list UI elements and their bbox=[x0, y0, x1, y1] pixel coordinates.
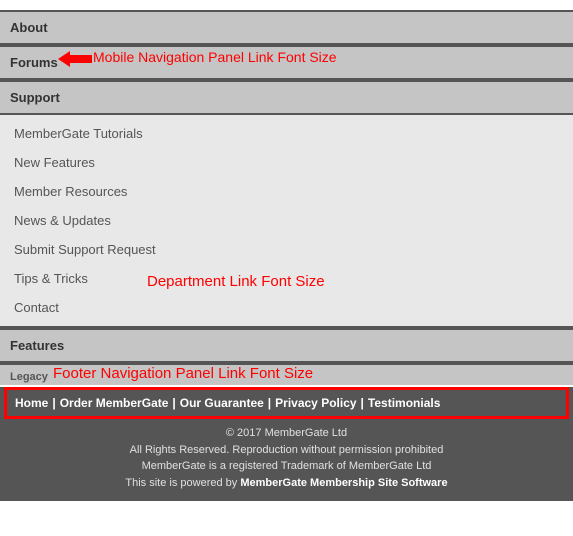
nav-header-features[interactable]: Features bbox=[0, 328, 573, 363]
dept-link-news-updates[interactable]: News & Updates bbox=[0, 206, 573, 235]
footer-powered-prefix: This site is powered by bbox=[125, 477, 240, 489]
footer-copyright: © 2017 MemberGate Ltd bbox=[8, 425, 565, 442]
nav-header-forums[interactable]: Forums Mobile Navigation Panel Link Font… bbox=[0, 45, 573, 80]
footer-separator: | bbox=[168, 396, 179, 410]
footer-link-home[interactable]: Home bbox=[15, 396, 48, 410]
footer-link-testimonials[interactable]: Testimonials bbox=[368, 396, 440, 410]
footer-separator: | bbox=[48, 396, 59, 410]
nav-header-about[interactable]: About bbox=[0, 10, 573, 45]
footer-link-privacy[interactable]: Privacy Policy bbox=[275, 396, 356, 410]
annotation-footer-nav: Footer Navigation Panel Link Font Size bbox=[53, 365, 313, 382]
footer-rights: All Rights Reserved. Reproduction withou… bbox=[8, 442, 565, 459]
nav-header-legacy[interactable]: Legacy Footer Navigation Panel Link Font… bbox=[0, 363, 573, 385]
footer-separator: | bbox=[357, 396, 368, 410]
footer-powered: This site is powered by MemberGate Membe… bbox=[8, 475, 565, 492]
nav-header-label: Legacy bbox=[10, 371, 48, 383]
footer-text-block: © 2017 MemberGate Ltd All Rights Reserve… bbox=[0, 423, 573, 501]
annotation-mobile-nav: Mobile Navigation Panel Link Font Size bbox=[93, 49, 337, 65]
nav-header-support[interactable]: Support bbox=[0, 80, 573, 115]
footer-powered-link[interactable]: MemberGate Membership Site Software bbox=[240, 477, 447, 489]
footer-link-order[interactable]: Order MemberGate bbox=[60, 396, 169, 410]
dept-link-member-resources[interactable]: Member Resources bbox=[0, 177, 573, 206]
footer-link-guarantee[interactable]: Our Guarantee bbox=[180, 396, 264, 410]
dept-link-contact[interactable]: Contact bbox=[0, 293, 573, 322]
arrow-left-icon bbox=[58, 51, 92, 67]
dept-link-tips-tricks[interactable]: Tips & Tricks bbox=[0, 264, 573, 293]
footer-wrap: Home|Order MemberGate|Our Guarantee|Priv… bbox=[0, 387, 573, 501]
footer-separator: | bbox=[264, 396, 275, 410]
footer-nav-bar: Home|Order MemberGate|Our Guarantee|Priv… bbox=[4, 387, 569, 419]
dept-link-submit-support[interactable]: Submit Support Request bbox=[0, 235, 573, 264]
nav-header-label: Forums bbox=[10, 55, 58, 70]
nav-header-label: Support bbox=[10, 90, 60, 105]
nav-header-label: Features bbox=[10, 338, 64, 353]
dept-link-tutorials[interactable]: MemberGate Tutorials bbox=[0, 119, 573, 148]
footer-trademark: MemberGate is a registered Trademark of … bbox=[8, 458, 565, 475]
department-links: MemberGate Tutorials New Features Member… bbox=[0, 115, 573, 328]
nav-header-label: About bbox=[10, 20, 48, 35]
dept-link-new-features[interactable]: New Features bbox=[0, 148, 573, 177]
